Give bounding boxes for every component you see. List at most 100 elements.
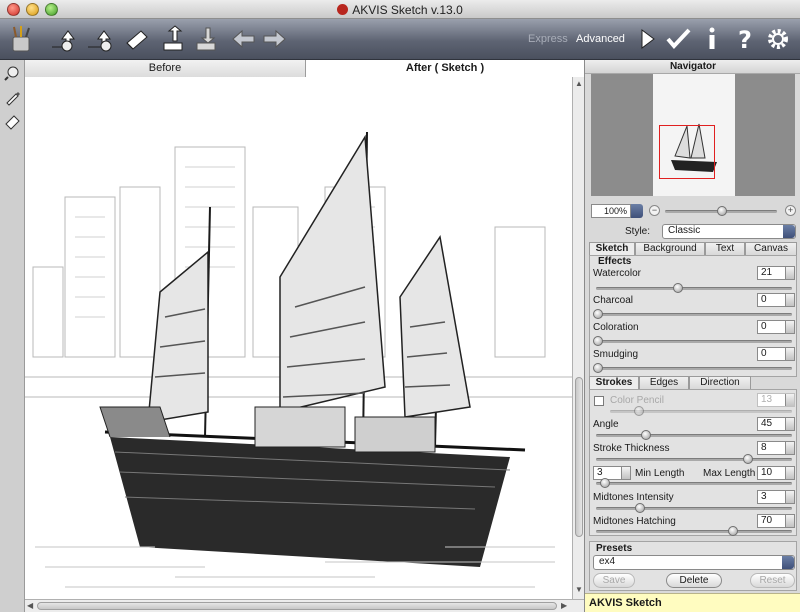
delete-preset-button[interactable]: Delete — [666, 573, 722, 588]
stepper-arrows-icon[interactable] — [785, 515, 794, 527]
zoom-dropdown-button[interactable] — [631, 204, 643, 218]
scroll-down-arrow-icon[interactable]: ▼ — [575, 585, 583, 594]
mode-express-button[interactable]: Express — [528, 33, 568, 45]
stepper-arrows-icon[interactable] — [785, 267, 794, 279]
coloration-label: Coloration — [593, 322, 639, 333]
max-length-field[interactable]: 10 — [757, 466, 795, 480]
stepper-arrows-icon[interactable] — [785, 394, 794, 406]
stroke-thickness-slider-track[interactable] — [596, 458, 792, 461]
angle-slider-track[interactable] — [596, 434, 792, 437]
stepper-arrows-icon[interactable] — [785, 491, 794, 503]
tab-after[interactable]: After ( Sketch ) — [306, 60, 584, 77]
zoom-slider-knob[interactable] — [717, 206, 727, 216]
navigator-viewport-frame[interactable] — [659, 125, 715, 179]
tab-direction[interactable]: Direction — [689, 376, 751, 389]
vertical-scroll-thumb[interactable] — [575, 377, 583, 537]
stepper-arrows-icon[interactable] — [785, 418, 794, 430]
midtones-hatching-value: 70 — [761, 515, 773, 526]
horizontal-scrollbar[interactable]: ◀ ▶ — [25, 599, 584, 612]
tab-background[interactable]: Background — [635, 242, 705, 255]
tab-canvas[interactable]: Canvas — [745, 242, 797, 255]
stepper-arrows-icon[interactable] — [621, 467, 630, 479]
color-pencil-label: Color Pencil — [610, 395, 664, 406]
watercolor-slider-track[interactable] — [596, 287, 792, 290]
tab-sketch[interactable]: Sketch — [589, 242, 635, 255]
color-pencil-slider-knob[interactable] — [634, 406, 644, 416]
preset-select[interactable]: ex4 — [593, 555, 795, 570]
tab-text[interactable]: Text — [705, 242, 745, 255]
stepper-arrows-icon[interactable] — [785, 348, 794, 360]
tab-edges[interactable]: Edges — [639, 376, 689, 389]
image-canvas[interactable] — [25, 77, 572, 599]
help-icon[interactable]: ? — [730, 25, 760, 54]
scroll-left-arrow-icon[interactable]: ◀ — [27, 601, 33, 610]
scroll-up-arrow-icon[interactable]: ▲ — [575, 79, 583, 88]
eraser-icon[interactable] — [4, 113, 21, 130]
stepper-arrows-icon[interactable] — [785, 294, 794, 306]
effects-title: Effects — [598, 256, 632, 267]
undo-icon[interactable] — [229, 25, 259, 53]
tool-palette — [0, 60, 25, 612]
charcoal-slider-knob[interactable] — [593, 309, 603, 319]
apply-icon[interactable] — [664, 25, 694, 53]
zoom-in-button[interactable]: + — [785, 205, 796, 216]
watercolor-label: Watercolor — [593, 268, 641, 279]
charcoal-field[interactable]: 0 — [757, 293, 795, 307]
stroke-thickness-slider-knob[interactable] — [743, 454, 753, 464]
midtones-intensity-slider-track[interactable] — [596, 507, 792, 510]
stepper-arrows-icon[interactable] — [785, 321, 794, 333]
color-pencil-checkbox[interactable] — [594, 396, 604, 406]
vertical-scrollbar[interactable]: ▲ ▼ — [572, 77, 584, 599]
angle-field[interactable]: 45 — [757, 417, 795, 431]
stepper-arrows-icon[interactable] — [785, 442, 794, 454]
max-length-label: Max Length — [703, 468, 756, 479]
info-icon[interactable] — [697, 25, 727, 53]
tab-strokes[interactable]: Strokes — [589, 376, 639, 389]
min-length-knob[interactable] — [600, 478, 610, 488]
sketch-image — [25, 131, 572, 588]
coloration-value: 0 — [761, 321, 767, 332]
zoom-out-button[interactable]: − — [649, 205, 660, 216]
run-icon[interactable] — [632, 25, 662, 53]
length-range-track[interactable] — [596, 482, 792, 485]
coloration-slider-knob[interactable] — [593, 336, 603, 346]
reset-preset-button[interactable]: Reset — [750, 573, 795, 588]
horizontal-scroll-thumb[interactable] — [37, 602, 557, 610]
charcoal-slider-track[interactable] — [596, 313, 792, 316]
style-select[interactable]: Classic — [662, 224, 796, 239]
smudging-field[interactable]: 0 — [757, 347, 795, 361]
coloration-field[interactable]: 0 — [757, 320, 795, 334]
watercolor-slider-knob[interactable] — [673, 283, 683, 293]
angle-label: Angle — [593, 419, 619, 430]
smudging-slider-knob[interactable] — [593, 363, 603, 373]
stepper-arrows-icon[interactable] — [785, 467, 794, 479]
save-preset-button[interactable]: Save — [593, 573, 635, 588]
color-pencil-field[interactable]: 13 — [757, 393, 795, 407]
open-batch-icon[interactable] — [84, 25, 114, 53]
watercolor-field[interactable]: 21 — [757, 266, 795, 280]
hand-zoom-icon[interactable] — [4, 65, 21, 82]
download-icon[interactable] — [193, 25, 223, 53]
min-length-field[interactable]: 3 — [593, 466, 631, 480]
stroke-thickness-field[interactable]: 8 — [757, 441, 795, 455]
midtones-hatching-slider-knob[interactable] — [728, 526, 738, 536]
redo-icon[interactable] — [259, 25, 289, 53]
brush-icon[interactable] — [4, 89, 21, 106]
midtones-intensity-slider-knob[interactable] — [635, 503, 645, 513]
settings-icon[interactable] — [763, 25, 793, 53]
smudging-slider-track[interactable] — [596, 367, 792, 370]
angle-slider-knob[interactable] — [641, 430, 651, 440]
open-image-icon[interactable] — [46, 25, 76, 53]
midtones-hatching-slider-track[interactable] — [596, 530, 792, 533]
upload-icon[interactable] — [160, 25, 190, 53]
clean-icon[interactable] — [122, 25, 152, 53]
midtones-hatching-field[interactable]: 70 — [757, 514, 795, 528]
svg-text:?: ? — [738, 26, 752, 53]
tab-before[interactable]: Before — [25, 60, 306, 77]
zoom-field[interactable]: 100% — [591, 204, 631, 218]
coloration-slider-track[interactable] — [596, 340, 792, 343]
midtones-intensity-field[interactable]: 3 — [757, 490, 795, 504]
scroll-right-arrow-icon[interactable]: ▶ — [561, 601, 567, 610]
mode-advanced-button[interactable]: Advanced — [576, 33, 625, 45]
navigator-preview[interactable] — [591, 74, 795, 196]
